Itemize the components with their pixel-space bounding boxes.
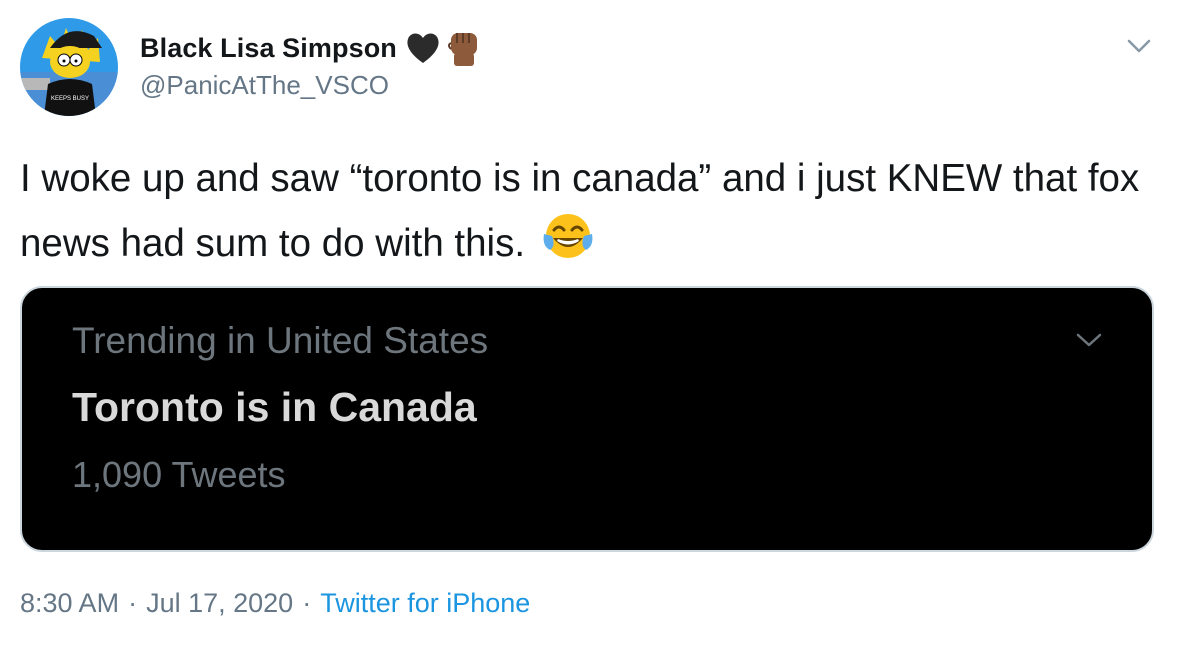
author-name-row: Black Lisa Simpson — [140, 28, 483, 68]
tweet-source-link[interactable]: Twitter for iPhone — [320, 588, 530, 619]
media-screenshot[interactable]: Trending in United States Toronto is in … — [20, 286, 1154, 552]
tweet-time[interactable]: 8:30 AM — [20, 588, 119, 619]
display-name[interactable]: Black Lisa Simpson — [140, 33, 397, 64]
chevron-down-icon[interactable] — [1126, 32, 1152, 58]
tweet-card: KEEPS BUSY Black Lisa Simpson @PanicAtTh… — [0, 0, 1188, 652]
tweet-meta: 8:30 AM · Jul 17, 2020 · Twitter for iPh… — [20, 588, 530, 619]
trend-title: Toronto is in Canada — [72, 384, 477, 430]
avatar-image: KEEPS BUSY — [20, 18, 118, 116]
avatar-shirt-text: KEEPS BUSY — [51, 96, 89, 102]
black-heart-icon — [407, 33, 439, 63]
face-with-tears-of-joy-icon — [543, 214, 593, 258]
trend-chevron-down-icon — [1076, 333, 1102, 347]
meta-separator: · — [302, 588, 312, 618]
trend-context: Trending in United States — [72, 320, 489, 361]
tweet-date[interactable]: Jul 17, 2020 — [146, 588, 293, 619]
raised-fist-medium-dark-skin-icon — [447, 33, 477, 66]
tweet-text: I woke up and saw “toronto is in canada”… — [20, 150, 1170, 273]
trend-count: 1,090 Tweets — [72, 454, 286, 495]
name-emojis — [405, 29, 483, 67]
avatar[interactable]: KEEPS BUSY — [20, 18, 118, 116]
meta-separator: · — [128, 588, 138, 618]
author-handle[interactable]: @PanicAtThe_VSCO — [140, 70, 389, 101]
